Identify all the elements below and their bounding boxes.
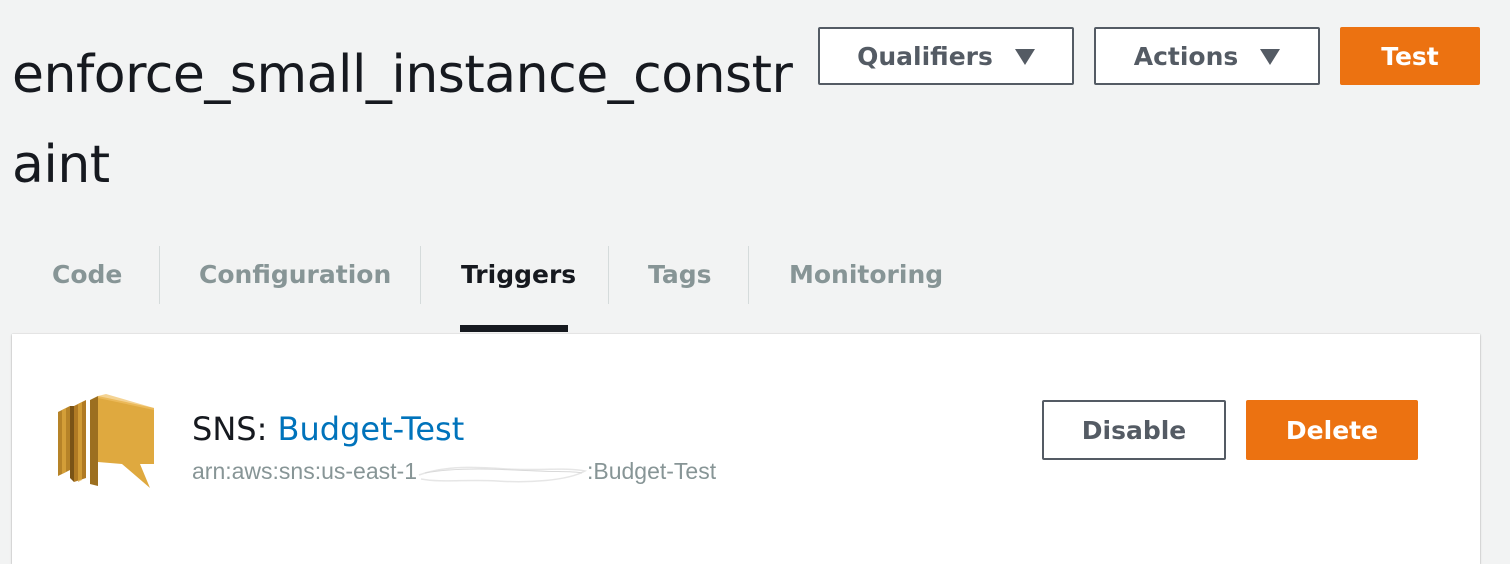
tab-divider	[608, 246, 609, 304]
tab-triggers[interactable]: Triggers	[461, 246, 576, 302]
actions-label: Actions	[1133, 41, 1239, 71]
delete-label: Delete	[1285, 415, 1379, 445]
trigger-arn: arn:aws:sns:us-east-1 :Budget-Test	[192, 458, 716, 485]
tab-monitoring[interactable]: Monitoring	[789, 246, 943, 302]
redaction-scribble	[418, 466, 587, 483]
sns-icon	[58, 394, 154, 488]
tab-divider	[159, 246, 160, 304]
test-label: Test	[1381, 41, 1439, 71]
trigger-title: SNS: Budget-Test	[192, 410, 464, 448]
test-button[interactable]: Test	[1340, 27, 1480, 85]
delete-button[interactable]: Delete	[1246, 400, 1418, 460]
actions-dropdown-button[interactable]: Actions	[1094, 27, 1320, 85]
tab-monitoring-label: Monitoring	[789, 259, 944, 289]
tab-divider	[420, 246, 421, 304]
arn-suffix: :Budget-Test	[586, 458, 717, 484]
tab-tags-label: Tags	[648, 259, 712, 289]
tab-configuration-label: Configuration	[199, 259, 392, 289]
trigger-type: SNS:	[192, 410, 278, 448]
function-title: enforce_small_instance_constraint	[12, 45, 793, 195]
disable-button[interactable]: Disable	[1042, 400, 1226, 460]
caret-down-icon	[1260, 49, 1281, 65]
tab-configuration[interactable]: Configuration	[199, 246, 391, 302]
qualifiers-dropdown-button[interactable]: Qualifiers	[818, 27, 1074, 85]
tab-bar: Code Configuration Triggers Tags Monitor…	[0, 246, 1510, 332]
tab-code-label: Code	[52, 259, 123, 289]
caret-down-icon	[1014, 49, 1035, 65]
trigger-name-link[interactable]: Budget-Test	[278, 410, 465, 448]
arn-prefix: arn:aws:sns:us-east-1	[192, 458, 417, 484]
qualifiers-label: Qualifiers	[857, 41, 993, 71]
tab-divider	[748, 246, 749, 304]
tab-triggers-label: Triggers	[461, 259, 577, 289]
active-tab-indicator	[460, 325, 568, 332]
tab-tags[interactable]: Tags	[648, 246, 711, 302]
tab-code[interactable]: Code	[52, 246, 122, 302]
disable-label: Disable	[1081, 415, 1187, 445]
